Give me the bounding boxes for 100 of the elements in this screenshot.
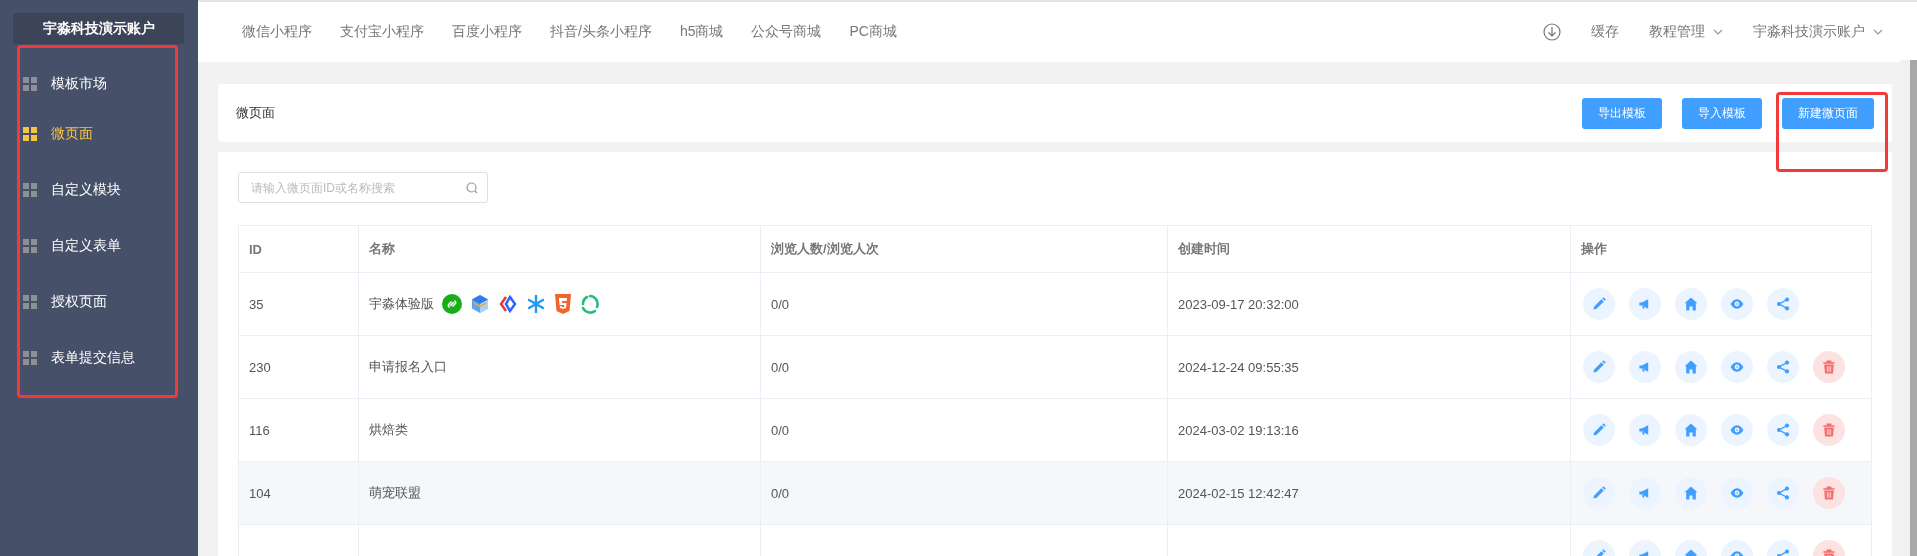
- preview-button[interactable]: [1721, 414, 1753, 446]
- trash-icon: [1821, 422, 1837, 438]
- column-header: 创建时间: [1168, 226, 1571, 272]
- action-button[interactable]: 导入模板: [1682, 97, 1762, 129]
- sidebar-item[interactable]: 授权页面: [17, 274, 178, 330]
- table-cell: 2024-03-02 19:13:16: [1168, 399, 1571, 461]
- grid-icon: [23, 127, 37, 141]
- grid-icon: [23, 351, 37, 365]
- share-button[interactable]: [1767, 351, 1799, 383]
- search-icon: [466, 182, 478, 194]
- edit-button[interactable]: [1583, 414, 1615, 446]
- promote-button[interactable]: [1629, 477, 1661, 509]
- sidebar-item[interactable]: 自定义表单: [17, 218, 178, 274]
- link-icon: [442, 294, 462, 314]
- table-cell: 104: [239, 462, 359, 524]
- pencil-icon: [1591, 296, 1607, 312]
- share-icon: [1775, 422, 1791, 438]
- grid-icon: [23, 183, 37, 197]
- cache-link[interactable]: 缓存: [1591, 23, 1619, 41]
- table-cell: 烘焙类: [369, 421, 408, 439]
- nav-link[interactable]: 公众号商城: [751, 23, 822, 41]
- action-button[interactable]: 导出模板: [1582, 97, 1662, 129]
- eye-icon: [1729, 422, 1745, 438]
- home-button[interactable]: [1675, 414, 1707, 446]
- trash-icon: [1821, 485, 1837, 501]
- house-icon: [1683, 422, 1699, 438]
- edit-button[interactable]: [1583, 351, 1615, 383]
- delete-button[interactable]: [1813, 477, 1845, 509]
- download-icon[interactable]: [1543, 23, 1561, 41]
- promote-button[interactable]: [1629, 351, 1661, 383]
- share-button[interactable]: [1767, 288, 1799, 320]
- preview-button[interactable]: [1721, 288, 1753, 320]
- sidebar-item[interactable]: 模板市场: [17, 62, 178, 106]
- table-cell: 申请报名入口: [369, 358, 447, 376]
- table-cell: 0/0: [761, 336, 1168, 398]
- column-header: 操作: [1580, 240, 1608, 258]
- house-icon: [1683, 485, 1699, 501]
- html5-icon: [554, 294, 572, 314]
- asterisk-icon: [526, 294, 546, 314]
- promote-button[interactable]: [1629, 414, 1661, 446]
- scrollbar[interactable]: [1900, 60, 1917, 556]
- chevron-icon: [1873, 29, 1883, 35]
- eye-icon: [1729, 296, 1745, 312]
- home-button[interactable]: [1675, 477, 1707, 509]
- house-icon: [1683, 296, 1699, 312]
- brackets-icon: [498, 294, 518, 314]
- chevron-icon: [1713, 29, 1723, 35]
- table-cell: 230: [239, 336, 359, 398]
- nav-link[interactable]: 微信小程序: [242, 23, 312, 41]
- action-button[interactable]: 新建微页面: [1782, 97, 1874, 129]
- grid-icon: [23, 77, 37, 91]
- account-title: 宇淼科技演示账户: [13, 13, 184, 44]
- pencil-icon: [1591, 422, 1607, 438]
- table-cell: 2024-12-24 09:55:35: [1168, 336, 1571, 398]
- table-cell: 0/0: [761, 462, 1168, 524]
- nav-link[interactable]: h5商城: [679, 23, 724, 41]
- share-button[interactable]: [1767, 414, 1799, 446]
- table-cell: 35: [239, 273, 359, 335]
- delete-button[interactable]: [1813, 414, 1845, 446]
- table-cell: 2024-02-15 12:42:47: [1168, 462, 1571, 524]
- sidebar-item[interactable]: 自定义模块: [17, 162, 178, 218]
- preview-button[interactable]: [1721, 351, 1753, 383]
- home-button[interactable]: [1675, 288, 1707, 320]
- share-icon: [1775, 359, 1791, 375]
- table-cell: 2023-09-17 20:32:00: [1168, 273, 1571, 335]
- table-cell: 0/0: [761, 273, 1168, 335]
- column-header: 浏览人数/浏览人次: [761, 226, 1168, 272]
- pencil-icon: [1591, 485, 1607, 501]
- table-cell: 0/0: [761, 399, 1168, 461]
- table-cell: 116: [239, 399, 359, 461]
- search-field[interactable]: 请输入微页面ID或名称搜索: [238, 172, 488, 203]
- eye-icon: [1729, 359, 1745, 375]
- promote-button[interactable]: [1629, 288, 1661, 320]
- grid-icon: [23, 239, 37, 253]
- edit-button[interactable]: [1583, 477, 1615, 509]
- share-icon: [1775, 485, 1791, 501]
- sidebar-item[interactable]: 表单提交信息: [17, 330, 178, 386]
- sidebar-item[interactable]: 微页面: [17, 106, 178, 162]
- table-cell: 萌宠联盟: [369, 484, 421, 502]
- house-icon: [1683, 359, 1699, 375]
- edit-button[interactable]: [1583, 288, 1615, 320]
- delete-button[interactable]: [1813, 351, 1845, 383]
- nav-link[interactable]: 抖音/头条小程序: [550, 23, 652, 41]
- home-button[interactable]: [1675, 351, 1707, 383]
- dropdown-menu[interactable]: 宇淼科技演示账户: [1753, 23, 1883, 41]
- column-header: 名称: [359, 226, 761, 272]
- trash-icon: [1821, 359, 1837, 375]
- page-title: 微页面: [236, 104, 275, 122]
- share-icon: [1775, 296, 1791, 312]
- column-header: ID: [239, 226, 359, 272]
- grid-icon: [23, 295, 37, 309]
- loop-icon: [580, 294, 600, 314]
- nav-link[interactable]: PC商城: [849, 23, 897, 41]
- preview-button[interactable]: [1721, 477, 1753, 509]
- table-cell: 宇淼体验版: [369, 295, 434, 313]
- share-button[interactable]: [1767, 477, 1799, 509]
- nav-link[interactable]: 支付宝小程序: [340, 23, 424, 41]
- dropdown-menu[interactable]: 教程管理: [1649, 23, 1723, 41]
- nav-link[interactable]: 百度小程序: [452, 23, 522, 41]
- cube-icon: [470, 294, 490, 314]
